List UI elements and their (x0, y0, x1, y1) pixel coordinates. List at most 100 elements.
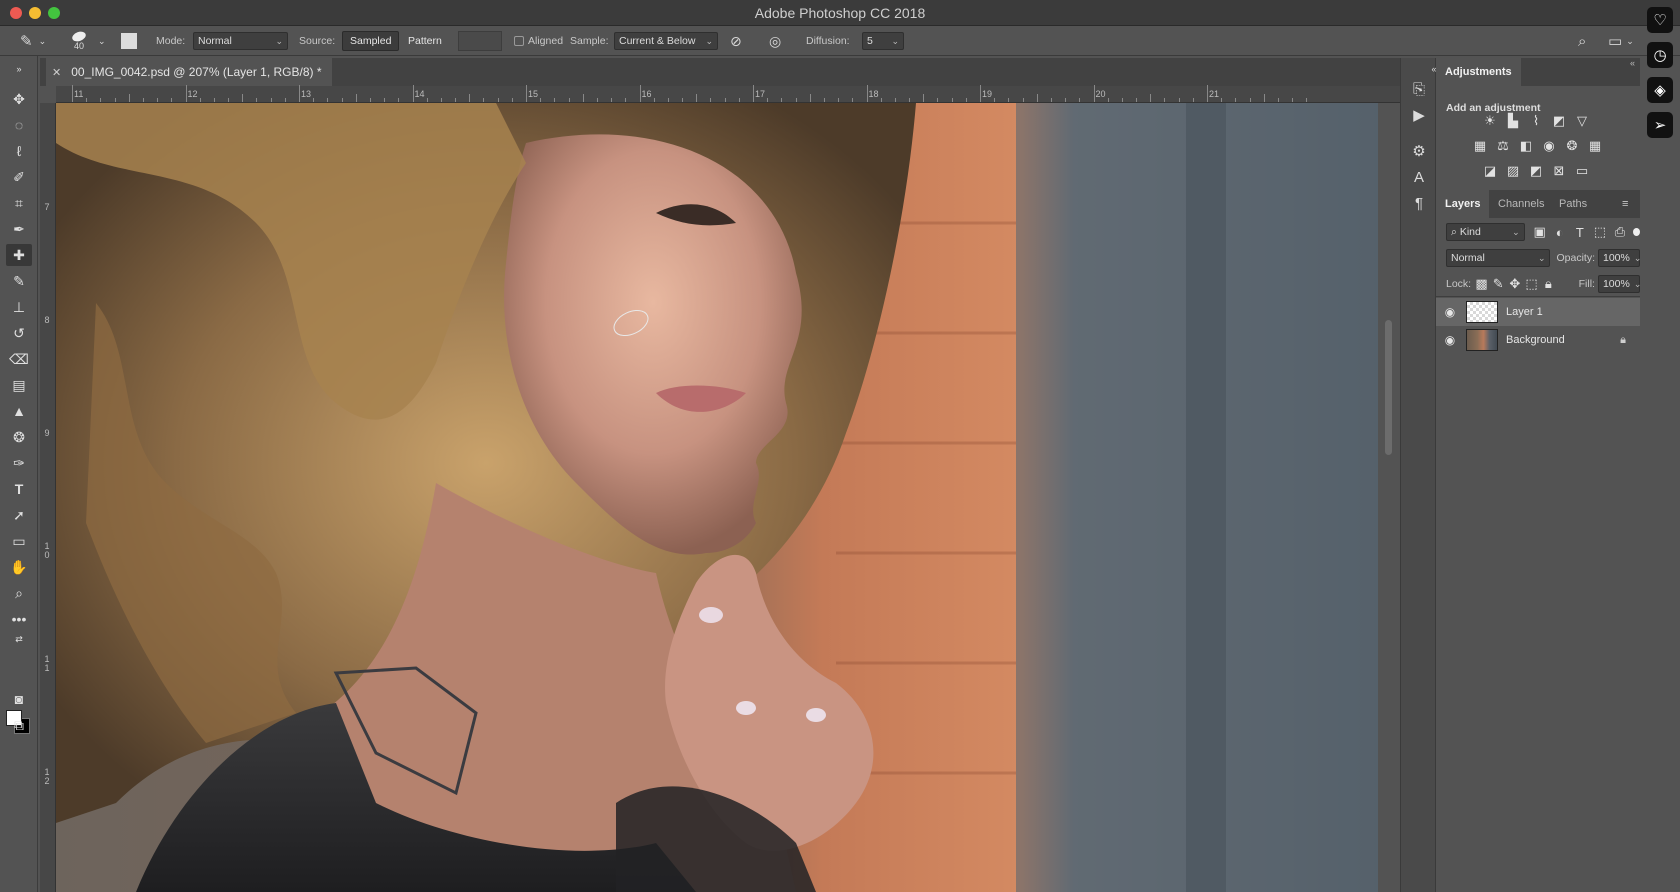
eyedropper-tool-icon[interactable]: ✒ (6, 218, 32, 240)
filter-adjustment-icon[interactable]: ◐ (1553, 224, 1567, 240)
blend-mode-dropdown[interactable]: Normal ⌄ (1446, 249, 1551, 267)
eye-icon[interactable]: ◉ (1438, 305, 1462, 319)
history-icon[interactable]: ◷ (1647, 42, 1673, 68)
zoom-tool-icon[interactable]: ⌕ (6, 582, 32, 604)
expand-toolbar-icon[interactable]: » (6, 58, 32, 80)
tab-paths[interactable]: Paths (1550, 190, 1596, 218)
properties-panel-icon[interactable]: ⚙ (1410, 142, 1428, 160)
invert-icon[interactable]: ◪ (1482, 163, 1498, 179)
clone-source-icon[interactable] (121, 33, 137, 49)
layers-stack-icon[interactable]: ◈ (1647, 77, 1673, 103)
send-icon[interactable]: ➢ (1647, 112, 1673, 138)
layer-row[interactable]: ◉ Layer 1 (1436, 298, 1640, 326)
vertical-scrollbar[interactable] (1378, 103, 1400, 892)
sample-dropdown[interactable]: Current & Below ⌄ (614, 32, 718, 50)
chevron-down-icon[interactable]: ⌄ (98, 36, 106, 46)
blur-tool-icon[interactable]: ▲ (6, 400, 32, 422)
type-tool-icon[interactable]: T (6, 478, 32, 500)
paragraph-panel-icon[interactable]: ¶ (1410, 194, 1428, 212)
photo-filter-icon[interactable]: ◉ (1541, 138, 1557, 154)
quick-mask-icon[interactable]: ◙ (6, 688, 32, 710)
filter-smart-object-icon[interactable]: ⎙ (1613, 224, 1627, 240)
eye-icon[interactable]: ◉ (1438, 333, 1462, 347)
document-tab[interactable]: ✕ 00_IMG_0042.psd @ 207% (Layer 1, RGB/8… (46, 58, 332, 86)
color-balance-icon[interactable]: ⚖ (1495, 138, 1511, 154)
search-icon[interactable]: ⌕ (1578, 34, 1586, 49)
rectangle-tool-icon[interactable]: ▭ (6, 530, 32, 552)
lock-all-icon[interactable]: 🔒︎ (1542, 276, 1555, 292)
diffusion-dropdown[interactable]: 5 ⌄ (862, 32, 904, 50)
quick-selection-tool-icon[interactable]: ✐ (6, 166, 32, 188)
history-panel-icon[interactable]: ⎘ (1410, 80, 1428, 98)
healing-brush-tool-icon[interactable]: ✚ (6, 244, 32, 266)
clone-stamp-tool-icon[interactable]: ⊥ (6, 296, 32, 318)
lock-transparent-icon[interactable]: ▩ (1475, 276, 1488, 292)
lock-image-icon[interactable]: ✎ (1492, 276, 1505, 292)
lock-artboard-icon[interactable]: ⬚ (1525, 276, 1538, 292)
pressure-size-icon[interactable]: ◎ (769, 34, 781, 48)
path-selection-tool-icon[interactable]: ➚ (6, 504, 32, 526)
tab-channels[interactable]: Channels (1489, 190, 1553, 218)
gradient-map-icon[interactable]: ▭ (1574, 163, 1590, 179)
filter-shape-icon[interactable]: ⬚ (1593, 224, 1607, 240)
vertical-ruler[interactable]: 7 8 9 1 0 1 1 1 2 (40, 103, 56, 892)
screen-mode-icon[interactable]: ⧉ (6, 714, 32, 736)
horizontal-ruler[interactable]: 11 12 13 14 15 16 17 18 19 20 21 (56, 85, 1400, 103)
selective-color-icon[interactable]: ⊠ (1551, 163, 1567, 179)
history-brush-tool-icon[interactable]: ↺ (6, 322, 32, 344)
levels-icon[interactable]: ▙ (1505, 113, 1521, 129)
color-lookup-icon[interactable]: ▦ (1587, 138, 1603, 154)
document-canvas[interactable] (56, 103, 1378, 892)
tool-preset-picker[interactable]: ✎ ⌄ (20, 26, 46, 56)
lasso-tool-icon[interactable]: ℓ (6, 140, 32, 162)
more-tools-icon[interactable]: ••• (6, 608, 32, 630)
heart-icon[interactable]: ♡ (1647, 7, 1673, 33)
vertical-scroll-thumb[interactable] (1385, 320, 1392, 455)
ignore-adjustment-layers-icon[interactable]: ⊘ (730, 34, 742, 48)
pattern-picker[interactable] (458, 31, 502, 51)
workspace-icon[interactable]: ▭ (1608, 34, 1622, 49)
filter-kind-dropdown[interactable]: ⌕ Kind ⌄ (1446, 223, 1525, 241)
fill-field[interactable]: 100% ⌄ (1597, 275, 1641, 293)
panel-menu-icon[interactable]: ≡ (1622, 198, 1628, 210)
filter-toggle-icon[interactable] (1633, 228, 1641, 236)
move-tool-icon[interactable]: ✥ (6, 88, 32, 110)
brush-tool-icon[interactable]: ✎ (6, 270, 32, 292)
opacity-field[interactable]: 100% ⌄ (1598, 249, 1641, 267)
black-white-icon[interactable]: ◧ (1518, 138, 1534, 154)
actions-play-icon[interactable]: ▶ (1410, 106, 1428, 124)
layer-row[interactable]: ◉ Background 🔒︎ (1436, 326, 1640, 354)
threshold-icon[interactable]: ◩ (1528, 163, 1544, 179)
brush-size-picker[interactable]: 40 (70, 26, 88, 56)
aligned-checkbox[interactable]: Aligned (514, 26, 563, 56)
tab-adjustments[interactable]: Adjustments (1436, 58, 1521, 86)
exposure-icon[interactable]: ◩ (1551, 113, 1567, 129)
tab-layers[interactable]: Layers (1436, 190, 1490, 218)
marquee-tool-icon[interactable]: ◌ (6, 114, 32, 136)
character-panel-icon[interactable]: A (1410, 168, 1428, 186)
channel-mixer-icon[interactable]: ❂ (1564, 138, 1580, 154)
pen-tool-icon[interactable]: ✑ (6, 452, 32, 474)
lock-position-icon[interactable]: ✥ (1509, 276, 1522, 292)
hue-saturation-icon[interactable]: ▦ (1472, 138, 1488, 154)
vibrance-icon[interactable]: ▽ (1574, 113, 1590, 129)
posterize-icon[interactable]: ▨ (1505, 163, 1521, 179)
close-icon[interactable]: ✕ (52, 66, 61, 79)
filter-pixel-icon[interactable]: ▣ (1533, 224, 1547, 240)
crop-tool-icon[interactable]: ⌗ (6, 192, 32, 214)
mode-dropdown[interactable]: Normal ⌄ (193, 32, 288, 50)
hand-tool-icon[interactable]: ✋ (6, 556, 32, 578)
filter-type-icon[interactable]: T (1573, 224, 1587, 240)
layer-name[interactable]: Background (1506, 334, 1565, 346)
collapse-icon[interactable]: « (1630, 58, 1635, 68)
gradient-tool-icon[interactable]: ▤ (6, 374, 32, 396)
ruler-tick (653, 98, 655, 102)
layer-name[interactable]: Layer 1 (1506, 306, 1543, 318)
brightness-contrast-icon[interactable]: ☀ (1482, 113, 1498, 129)
curves-icon[interactable]: ⌇ (1528, 113, 1544, 129)
eraser-tool-icon[interactable]: ⌫ (6, 348, 32, 370)
swap-colors-icon[interactable]: ⇄ (6, 632, 32, 646)
source-pattern-button[interactable]: Pattern (401, 31, 449, 51)
dodge-tool-icon[interactable]: ❂ (6, 426, 32, 448)
source-sampled-button[interactable]: Sampled (342, 31, 400, 51)
